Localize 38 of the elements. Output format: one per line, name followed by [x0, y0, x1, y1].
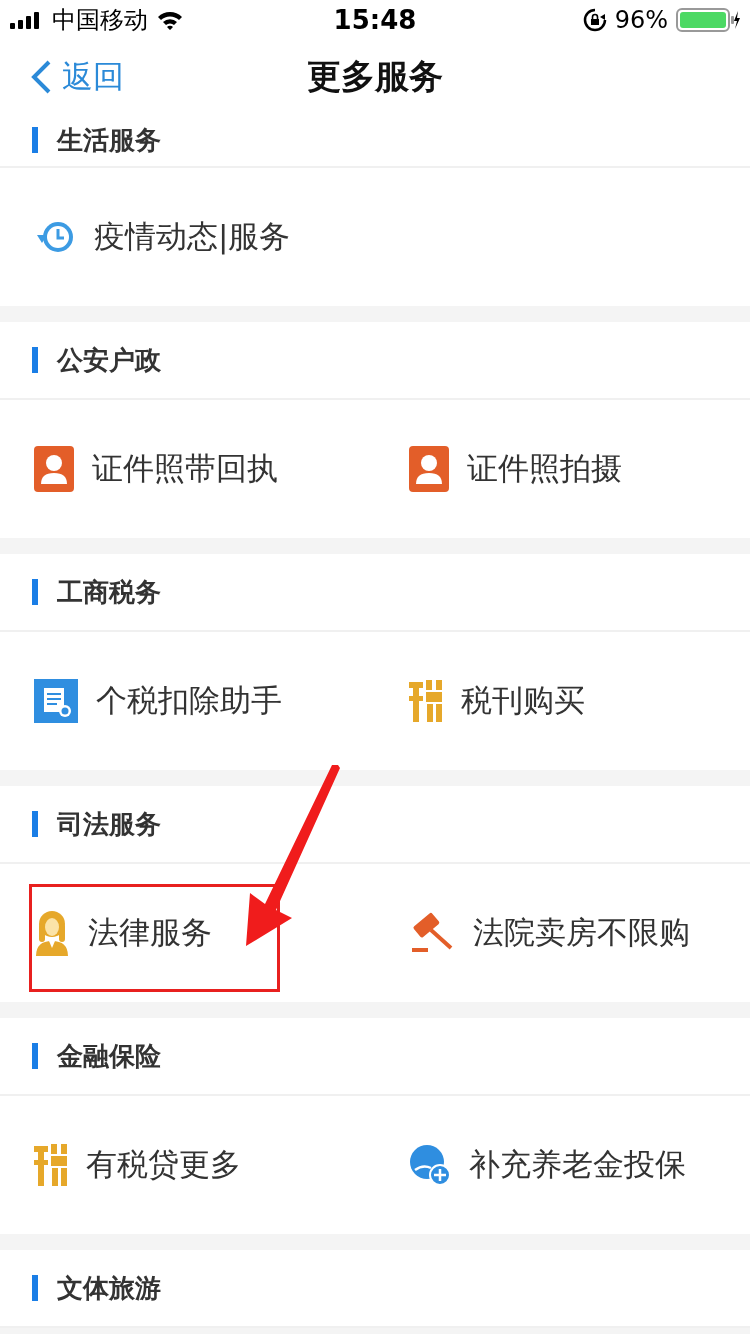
back-button[interactable]: 返回: [30, 56, 124, 98]
pension-plus-icon: [409, 1144, 451, 1186]
section-marker: [32, 811, 38, 837]
section-title: 文体旅游: [57, 1271, 161, 1305]
service-item[interactable]: 税刊购买: [375, 671, 750, 731]
wifi-icon: [156, 10, 184, 30]
battery-percent: 96%: [614, 6, 668, 34]
section-marker: [32, 1275, 38, 1301]
section-title: 金融保险: [57, 1039, 161, 1073]
tax-emblem-icon: [34, 1142, 68, 1188]
judge-figure-icon: [34, 910, 70, 956]
battery-icon: [676, 8, 740, 32]
gavel-icon: [409, 912, 455, 954]
rotation-lock-icon: [582, 8, 607, 32]
section-marker: [32, 1043, 38, 1069]
carrier-name: 中国移动: [52, 5, 148, 36]
section-title: 司法服务: [57, 807, 161, 841]
service-item[interactable]: 证件照带回执: [0, 439, 375, 499]
section-marker: [32, 579, 38, 605]
service-item[interactable]: 证件照拍摄: [375, 439, 750, 499]
section-marker: [32, 127, 38, 153]
service-item[interactable]: 法院卖房不限购: [375, 903, 750, 963]
clock-time: 15:48: [333, 5, 417, 35]
service-item[interactable]: 有税贷更多: [0, 1135, 375, 1195]
tax-emblem-icon: [409, 678, 443, 724]
service-item[interactable]: 法律服务: [0, 903, 375, 963]
section-title: 生活服务: [57, 123, 161, 157]
page-title: 更多服务: [307, 55, 443, 98]
section-title: 公安户政: [57, 343, 161, 377]
person-icon: [409, 446, 449, 492]
section-title: 工商税务: [57, 575, 161, 609]
service-item[interactable]: 疫情动态|服务: [0, 207, 375, 267]
document-icon: [34, 679, 78, 723]
section-marker: [32, 347, 38, 373]
person-icon: [34, 446, 74, 492]
service-item[interactable]: 补充养老金投保: [375, 1135, 750, 1195]
service-item[interactable]: 个税扣除助手: [0, 671, 375, 731]
chevron-left-icon: [30, 59, 52, 95]
